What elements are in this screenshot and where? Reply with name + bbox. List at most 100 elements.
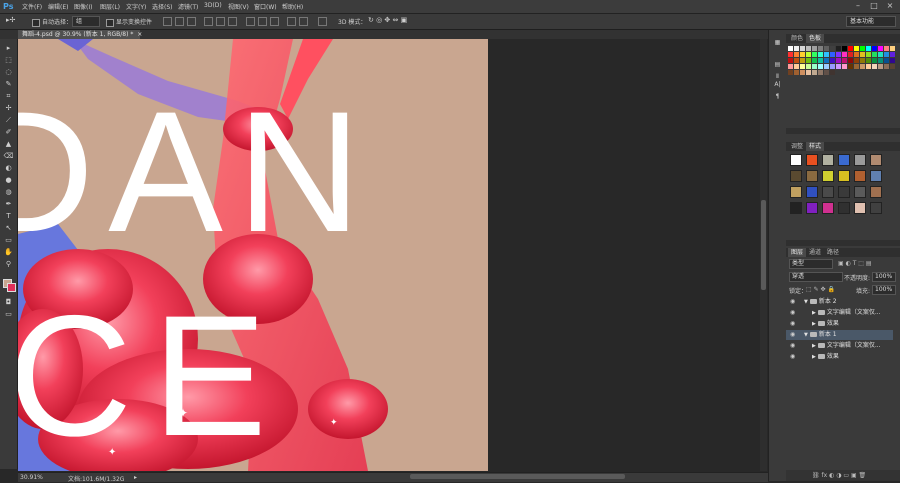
align-right-icon[interactable] [228, 17, 237, 26]
visibility-eye-icon[interactable]: ◉ [790, 352, 795, 362]
color-swatch[interactable] [884, 64, 889, 69]
style-preset[interactable] [822, 154, 834, 166]
style-preset[interactable] [870, 202, 882, 214]
color-swatch[interactable] [884, 46, 889, 51]
layer-group-row[interactable]: ◉ ▼ 新本 1 [786, 330, 893, 340]
style-preset[interactable] [822, 202, 834, 214]
color-swatch[interactable] [848, 52, 853, 57]
collapse-triangle-icon[interactable]: ▼ [804, 330, 808, 340]
color-swatch[interactable] [890, 58, 895, 63]
align-middle-icon[interactable] [175, 17, 184, 26]
layer-subgroup-row[interactable]: ◉ ▶ 文字编辑（文案仅... [786, 308, 893, 318]
vertical-scroll-thumb[interactable] [761, 200, 766, 290]
color-swatch[interactable] [800, 58, 805, 63]
style-preset[interactable] [806, 154, 818, 166]
color-swatch[interactable] [806, 58, 811, 63]
color-swatch[interactable] [824, 70, 829, 75]
color-swatch[interactable] [806, 52, 811, 57]
color-swatch[interactable] [878, 58, 883, 63]
menu-layer[interactable]: 图层(L) [100, 2, 120, 11]
expand-triangle-icon[interactable]: ▶ [812, 352, 816, 362]
distribute-bottom-icon[interactable] [270, 17, 279, 26]
visibility-eye-icon[interactable]: ◉ [790, 341, 795, 351]
align-center-icon[interactable] [216, 17, 225, 26]
distribute-middle-icon[interactable] [258, 17, 267, 26]
visibility-eye-icon[interactable]: ◉ [790, 297, 795, 307]
quick-select-tool-icon[interactable]: ✎ [3, 79, 14, 89]
path-selection-tool-icon[interactable]: ↖ [3, 223, 14, 233]
color-swatch[interactable] [890, 46, 895, 51]
color-swatch[interactable] [884, 52, 889, 57]
maximize-icon[interactable]: □ [868, 1, 880, 11]
color-swatch[interactable] [794, 46, 799, 51]
color-swatch[interactable] [836, 64, 841, 69]
color-swatch[interactable] [818, 46, 823, 51]
color-swatch[interactable] [842, 52, 847, 57]
color-swatch[interactable] [812, 52, 817, 57]
auto-select-dropdown[interactable]: 组 [72, 16, 100, 27]
status-menu-arrow-icon[interactable]: ▸ [134, 474, 137, 481]
color-swatch[interactable] [866, 46, 871, 51]
color-swatch[interactable] [854, 58, 859, 63]
dodge-tool-icon[interactable]: ◍ [3, 187, 14, 197]
layer-filter-dropdown[interactable]: 类型 [789, 259, 833, 269]
menu-help[interactable]: 帮助(H) [282, 2, 303, 11]
eraser-tool-icon[interactable]: ⌫ [3, 151, 14, 161]
color-swatch[interactable] [890, 64, 895, 69]
color-swatch[interactable] [818, 70, 823, 75]
menu-window[interactable]: 窗口(W) [254, 2, 277, 11]
3d-rotate-icon[interactable]: ↻ ◎ ✥ ⇔ ▣ [368, 16, 407, 24]
style-preset[interactable] [838, 202, 850, 214]
lock-icons[interactable]: ⬚ ✎ ✥ 🔒 [806, 286, 835, 293]
color-swatch[interactable] [842, 58, 847, 63]
menu-3d[interactable]: 3D(D) [204, 2, 222, 9]
color-swatch[interactable] [806, 70, 811, 75]
style-preset[interactable] [838, 154, 850, 166]
style-preset[interactable] [854, 202, 866, 214]
tab-channels[interactable]: 通道 [806, 248, 824, 257]
color-swatch[interactable] [872, 52, 877, 57]
style-preset[interactable] [854, 170, 866, 182]
crop-tool-icon[interactable]: ⌗ [3, 91, 14, 101]
color-swatch[interactable] [818, 58, 823, 63]
tab-color[interactable]: 颜色 [788, 34, 806, 43]
auto-select-checkbox[interactable]: 自动选择： [32, 17, 72, 27]
color-swatch[interactable] [794, 64, 799, 69]
layer-footer-icons[interactable]: ⛓ fx ◐ ◑ ▭ ▣ 🗑 [812, 472, 866, 479]
menu-image[interactable]: 图像(I) [74, 2, 92, 11]
menu-filter[interactable]: 滤镜(T) [178, 2, 198, 11]
style-preset[interactable] [870, 186, 882, 198]
color-swatch[interactable] [788, 52, 793, 57]
minimize-icon[interactable]: – [852, 1, 864, 11]
color-swatch[interactable] [800, 52, 805, 57]
color-swatch[interactable] [860, 64, 865, 69]
style-preset[interactable] [838, 170, 850, 182]
color-swatch[interactable] [830, 58, 835, 63]
style-preset[interactable] [822, 170, 834, 182]
menu-select[interactable]: 选择(S) [152, 2, 173, 11]
workspace-dropdown[interactable]: 基本功能 [846, 16, 896, 27]
opacity-input[interactable]: 100% [872, 272, 896, 282]
align-bottom-icon[interactable] [187, 17, 196, 26]
tab-paths[interactable]: 路径 [824, 248, 842, 257]
show-transform-checkbox[interactable]: 显示变换控件 [106, 17, 152, 27]
layer-subgroup-row[interactable]: ◉ ▶ 效果 [786, 319, 893, 329]
blend-mode-dropdown[interactable]: 穿透 [789, 272, 843, 282]
menu-file[interactable]: 文件(F) [22, 2, 42, 11]
pen-tool-icon[interactable]: ✒ [3, 199, 14, 209]
style-preset[interactable] [806, 170, 818, 182]
color-swatch[interactable] [830, 70, 835, 75]
type-tool-icon[interactable]: T [3, 211, 14, 221]
style-preset[interactable] [838, 186, 850, 198]
color-swatch[interactable] [860, 46, 865, 51]
healing-brush-tool-icon[interactable]: ⟋ [3, 115, 14, 125]
color-swatch[interactable] [830, 52, 835, 57]
color-swatch[interactable] [860, 58, 865, 63]
paragraph-panel-icon[interactable]: ¶ [772, 92, 783, 102]
eyedropper-tool-icon[interactable]: ✢ [3, 103, 14, 113]
color-swatch[interactable] [866, 52, 871, 57]
properties-panel-icon[interactable]: ▤ [772, 60, 783, 70]
document-tab-close-icon[interactable]: × [137, 31, 142, 38]
menu-type[interactable]: 文字(Y) [126, 2, 146, 11]
layer-group-row[interactable]: ◉ ▼ 新本 2 [786, 297, 893, 307]
